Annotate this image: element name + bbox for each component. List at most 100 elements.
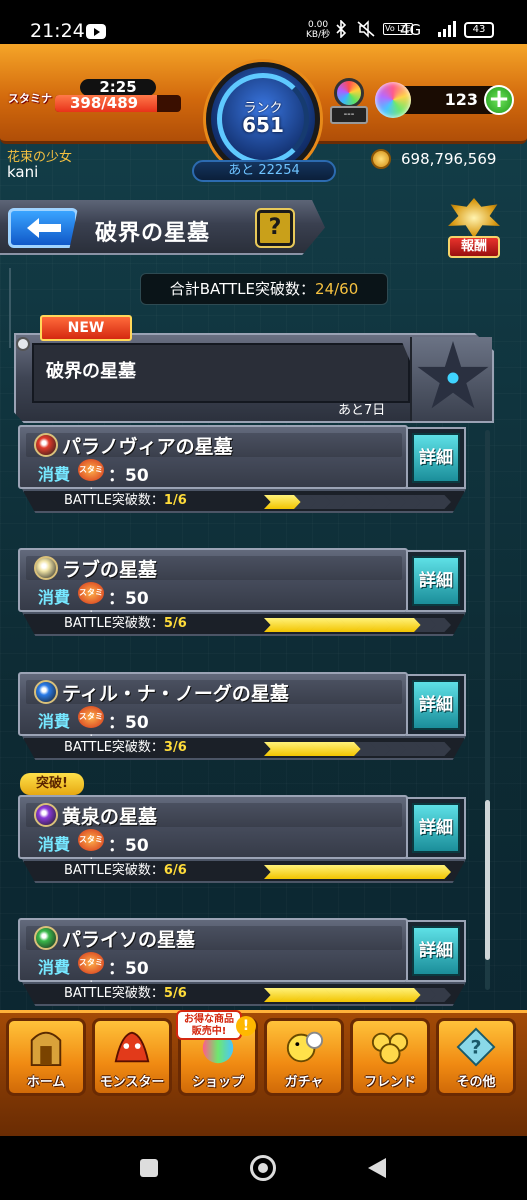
recent-apps-button[interactable] [140, 1159, 158, 1177]
detail-button[interactable]: 詳細 [406, 550, 466, 612]
stamina-cost-icon: スタミナ [78, 829, 104, 866]
detail-button[interactable]: 詳細 [406, 797, 466, 859]
orb-status[interactable]: --- [330, 78, 368, 124]
battle-progress-label: BATTLE突破数： [64, 986, 164, 1001]
scrollbar[interactable] [485, 430, 490, 990]
rank-value: 651 [242, 113, 284, 137]
battle-progress-label: BATTLE突破数： [64, 863, 164, 878]
orb-icon [334, 78, 364, 108]
stamina-cost: ：50 [108, 466, 149, 486]
rank-next-exp: あと 22254 [192, 160, 336, 182]
battle-progress-text: BATTLE突破数：1/6 [64, 492, 187, 510]
gem-count: 123 [444, 90, 478, 109]
cost-label: 消費 [38, 588, 71, 607]
detail-button[interactable]: 詳細 [406, 920, 466, 982]
stamina-cost-icon: スタミナ [78, 706, 104, 743]
stamina-cost: ：50 [108, 713, 149, 733]
total-label: 合計BATTLE突破数： [169, 280, 316, 298]
event-card[interactable]: NEW 破界の星墓 あと7日 [14, 315, 494, 423]
nav-gacha[interactable]: ガチャ [264, 1018, 344, 1096]
event-remaining: あと7日 [338, 403, 386, 418]
detail-label: 詳細 [412, 926, 460, 976]
home-button[interactable] [250, 1155, 276, 1181]
quest-card[interactable]: パラノヴィアの星墓 消費 スタミナ ：50 詳細 BATTLE突破数：1/6 [18, 425, 468, 515]
back-button[interactable] [8, 208, 78, 248]
detail-label: 詳細 [412, 803, 460, 853]
quest-body: ティル・ナ・ノーグの星墓 消費 スタミナ ：50 [18, 672, 408, 743]
stamina-label: スタミナ [8, 92, 52, 105]
quest-name: ラブの星墓 [62, 559, 158, 581]
nav-other[interactable]: ? その他 [436, 1018, 516, 1096]
battle-progress-label: BATTLE突破数： [64, 493, 164, 508]
battle-progress-label: BATTLE突破数： [64, 740, 164, 755]
detail-button[interactable]: 詳細 [406, 427, 466, 489]
page-title: 破界の星墓 [95, 221, 211, 246]
shop-alert-icon: ! [236, 1016, 256, 1036]
cost-label: 消費 [38, 835, 71, 854]
svg-text:?: ? [470, 1037, 481, 1059]
quest-body: ラブの星墓 消費 スタミナ ：50 [18, 548, 408, 619]
battle-progress-text: BATTLE突破数：5/6 [64, 615, 187, 633]
nav-label: その他 [456, 1075, 496, 1090]
stamina-cost-icon: スタミナ [78, 952, 104, 989]
quest-card[interactable]: ティル・ナ・ノーグの星墓 消費 スタミナ ：50 詳細 BATTLE突破数：3/… [18, 672, 468, 762]
battle-progress-text: BATTLE突破数：3/6 [64, 739, 187, 757]
monster-icon [114, 1031, 150, 1063]
event-pin [16, 337, 30, 351]
stamina-cost: ：50 [108, 836, 149, 856]
shop-sale-badge: お得な商品 販売中! [176, 1010, 242, 1040]
star-crest-icon [417, 341, 489, 409]
break-badge: 突破! [20, 773, 84, 795]
rank-badge[interactable]: ランク 651 [206, 62, 320, 176]
nav-label: ショップ [191, 1075, 244, 1090]
element-icon [34, 433, 58, 457]
nav-home[interactable]: ホーム [6, 1018, 86, 1096]
reward-button[interactable]: 報酬 [444, 198, 504, 260]
nav-friend[interactable]: フレンド [350, 1018, 430, 1096]
nav-monster[interactable]: モンスター [92, 1018, 172, 1096]
battery-level: 43 [472, 24, 486, 35]
add-gem-button[interactable]: + [484, 85, 514, 115]
cost-label: 消費 [38, 712, 71, 731]
help-button[interactable]: ? [257, 210, 293, 246]
mute-icon [356, 20, 376, 38]
event-crest [410, 337, 492, 421]
battle-progress-text: BATTLE突破数：5/6 [64, 985, 187, 1003]
back-arrow-icon [27, 218, 61, 238]
quest-body: パラノヴィアの星墓 消費 スタミナ ：50 [18, 425, 408, 496]
element-icon [34, 556, 58, 580]
stamina-cost: ：50 [108, 959, 149, 979]
player-name: kani [7, 163, 39, 181]
quest-card[interactable]: パライソの星墓 消費 スタミナ ：50 詳細 BATTLE突破数：5/6 [18, 918, 468, 1008]
scrollbar-thumb[interactable] [485, 800, 490, 960]
total-battle-count: 合計BATTLE突破数：24/60 [140, 273, 388, 305]
orb-count: --- [330, 106, 368, 124]
detail-button[interactable]: 詳細 [406, 674, 466, 736]
cost-label: 消費 [38, 465, 71, 484]
coin-value: 698,796,569 [401, 150, 497, 168]
stamina-value: 398/489 [70, 94, 139, 112]
network-speed-text: 0.00 KB/秒 [306, 20, 331, 40]
battle-progress-value: 5/6 [163, 616, 187, 631]
gacha-icon [286, 1031, 324, 1063]
battle-progress-text: BATTLE突破数：6/6 [64, 862, 187, 880]
back-nav-button[interactable] [368, 1158, 386, 1178]
element-icon [34, 803, 58, 827]
detail-label: 詳細 [412, 680, 460, 730]
battle-progress-value: 3/6 [163, 740, 187, 755]
youtube-icon [86, 24, 106, 39]
stamina-cost-icon: スタミナ [78, 582, 104, 619]
cost-label: 消費 [38, 958, 71, 977]
shop-sale-text: お得な商品 販売中! [184, 1014, 234, 1037]
network-type: 4G [400, 21, 422, 39]
new-badge: NEW [40, 315, 132, 341]
game-screen: 21:24 0.00 KB/秒 Vo LTE 4G 43 2:25 398/48… [0, 0, 527, 1200]
quest-card[interactable]: ラブの星墓 消費 スタミナ ：50 詳細 BATTLE突破数：5/6 [18, 548, 468, 638]
quest-card[interactable]: 突破! 黄泉の星墓 消費 スタミナ ：50 詳細 BATTLE突破数：6/6 [18, 773, 468, 885]
nav-label: フレンド [363, 1075, 416, 1090]
detail-label: 詳細 [412, 433, 460, 483]
coin-icon [371, 149, 391, 169]
bluetooth-icon [334, 19, 348, 39]
nav-label: ガチャ [284, 1075, 324, 1090]
gem-icon [375, 82, 411, 118]
